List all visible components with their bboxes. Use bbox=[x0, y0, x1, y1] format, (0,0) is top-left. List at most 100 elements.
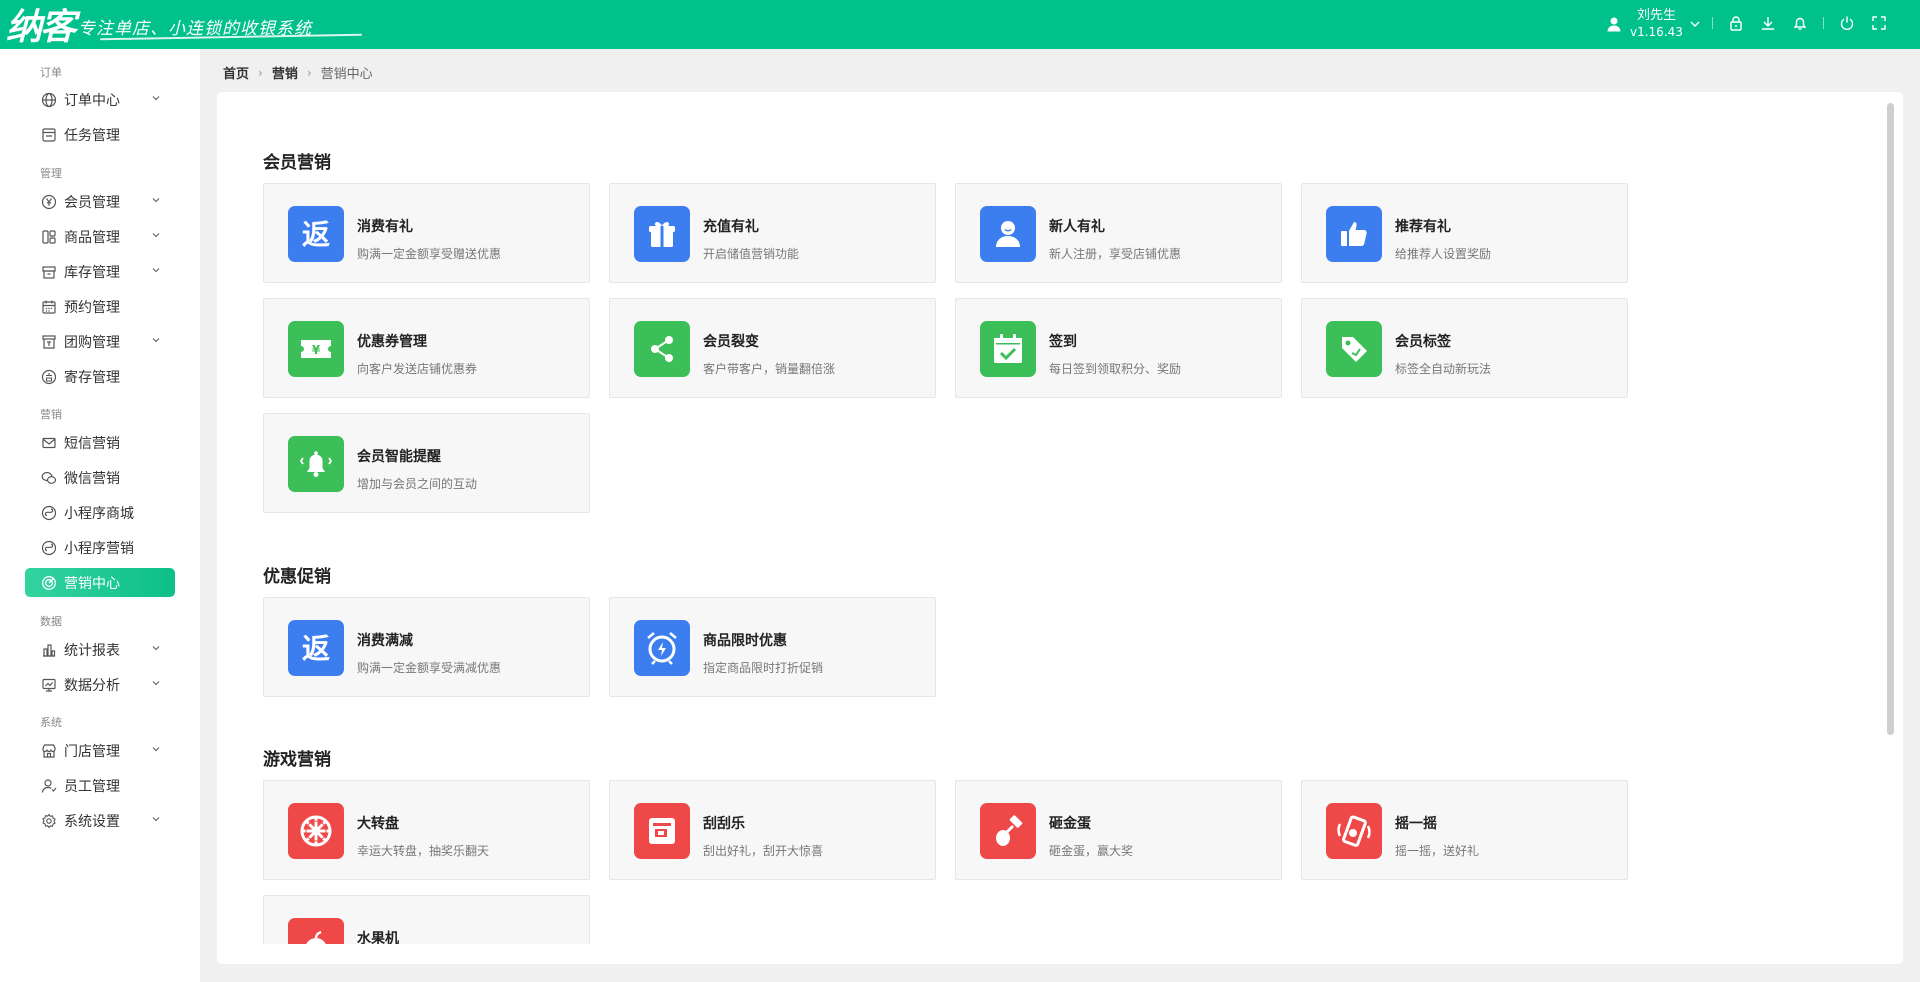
scrollbar-thumb[interactable] bbox=[1887, 103, 1894, 735]
user-icon bbox=[1607, 17, 1621, 32]
bell-icon[interactable] bbox=[1791, 14, 1809, 32]
section-title-member-marketing: 会员营销 bbox=[263, 153, 331, 173]
sidebar-item-sms[interactable]: 短信营销 bbox=[25, 428, 175, 457]
wheel-icon bbox=[288, 803, 344, 859]
card-desc: 幸运大转盘，抽奖乐翻天 bbox=[357, 844, 490, 858]
card-member-fission[interactable]: 会员裂变 客户带客户，销量翻倍涨 bbox=[609, 298, 936, 398]
miniprogram-icon bbox=[41, 540, 57, 556]
card-desc: 指定商品限时打折促销 bbox=[703, 661, 824, 675]
svg-text:¥: ¥ bbox=[312, 343, 321, 357]
breadcrumb-marketing[interactable]: 营销 bbox=[272, 63, 298, 82]
card-scratch-card[interactable]: 刮刮乐 刮出好礼，刮开大惊喜 bbox=[609, 780, 936, 880]
deposit-icon bbox=[41, 369, 57, 385]
shake-phone-icon bbox=[1326, 803, 1382, 859]
sidebar-group-data: 数据 bbox=[40, 615, 62, 628]
header-separator bbox=[1712, 17, 1713, 29]
user-menu[interactable]: 刘先生 v1.16.43 bbox=[1606, 6, 1701, 42]
breadcrumb-home[interactable]: 首页 bbox=[223, 63, 249, 82]
sidebar: 订单 订单中心 任务管理 管理 会员管理 商品管理 库存管理 预约管理 团购管理… bbox=[0, 49, 200, 982]
card-member-tag[interactable]: 会员标签 标签全自动新玩法 bbox=[1301, 298, 1628, 398]
sidebar-item-marketing-center[interactable]: 营销中心 bbox=[25, 568, 175, 597]
power-icon[interactable] bbox=[1838, 14, 1856, 32]
share-icon bbox=[634, 321, 690, 377]
user-icon bbox=[41, 778, 57, 794]
monitor-chart-icon bbox=[41, 677, 57, 693]
alarm-clock-icon bbox=[634, 620, 690, 676]
svg-text:返: 返 bbox=[302, 632, 330, 665]
card-fruit-machine[interactable]: 水果机 bbox=[263, 895, 590, 944]
card-flash-sale[interactable]: 商品限时优惠 指定商品限时打折促销 bbox=[609, 597, 936, 697]
sidebar-group-marketing: 营销 bbox=[40, 408, 62, 421]
card-title: 会员裂变 bbox=[703, 334, 759, 350]
sidebar-item-label: 数据分析 bbox=[64, 677, 120, 694]
chevron-down-icon bbox=[152, 96, 160, 101]
sidebar-item-store[interactable]: 门店管理 bbox=[25, 736, 175, 765]
card-title: 商品限时优惠 bbox=[703, 633, 787, 649]
sidebar-item-settings[interactable]: 系统设置 bbox=[25, 806, 175, 835]
sidebar-item-task[interactable]: 任务管理 bbox=[25, 120, 175, 149]
card-referral-gift[interactable]: 推荐有礼 给推荐人设置奖励 bbox=[1301, 183, 1628, 283]
sidebar-item-label: 微信营销 bbox=[64, 470, 120, 487]
wechat-icon bbox=[41, 470, 57, 486]
sidebar-item-member[interactable]: 会员管理 bbox=[25, 187, 175, 216]
card-desc: 购满一定金额享受满减优惠 bbox=[357, 661, 502, 675]
card-desc: 刮出好礼，刮开大惊喜 bbox=[703, 844, 824, 858]
card-big-wheel[interactable]: 大转盘 幸运大转盘，抽奖乐翻天 bbox=[263, 780, 590, 880]
card-coupon-management[interactable]: ¥ 优惠券管理 向客户发送店铺优惠券 bbox=[263, 298, 590, 398]
fullscreen-icon[interactable] bbox=[1870, 14, 1888, 32]
lock-icon[interactable] bbox=[1727, 14, 1745, 32]
version-label: v1.16.43 bbox=[1630, 25, 1683, 39]
card-title: 刮刮乐 bbox=[703, 816, 745, 832]
sidebar-item-label: 营销中心 bbox=[64, 575, 120, 592]
sidebar-item-wechat[interactable]: 微信营销 bbox=[25, 463, 175, 492]
rebate-icon: 返 bbox=[288, 620, 344, 676]
card-title: 水果机 bbox=[357, 931, 399, 944]
header-separator bbox=[1823, 17, 1824, 29]
sidebar-item-group-buy[interactable]: 团购管理 bbox=[25, 327, 175, 356]
settings-icon bbox=[41, 813, 57, 829]
tag-icon bbox=[1326, 321, 1382, 377]
card-full-reduction[interactable]: 返 消费满减 购满一定金额享受满减优惠 bbox=[263, 597, 590, 697]
card-title: 签到 bbox=[1049, 334, 1077, 350]
sidebar-item-deposit[interactable]: 寄存管理 bbox=[25, 362, 175, 391]
sidebar-item-order-center[interactable]: 订单中心 bbox=[25, 85, 175, 114]
sidebar-item-label: 门店管理 bbox=[64, 743, 120, 760]
card-title: 优惠券管理 bbox=[357, 334, 427, 350]
sidebar-item-label: 会员管理 bbox=[64, 194, 120, 211]
fruit-icon bbox=[288, 918, 344, 944]
chevron-down-icon bbox=[152, 268, 160, 273]
sidebar-item-label: 团购管理 bbox=[64, 334, 120, 351]
user-name: 刘先生 bbox=[1636, 8, 1676, 23]
card-title: 摇一摇 bbox=[1395, 816, 1437, 832]
sidebar-item-mini-mall[interactable]: 小程序商城 bbox=[25, 498, 175, 527]
card-checkin[interactable]: 签到 每日签到领取积分、奖励 bbox=[955, 298, 1282, 398]
card-title: 新人有礼 bbox=[1049, 219, 1105, 235]
sidebar-item-staff[interactable]: 员工管理 bbox=[25, 771, 175, 800]
chevron-down-icon bbox=[152, 646, 160, 651]
coupon-icon: ¥ bbox=[288, 321, 344, 377]
download-icon[interactable] bbox=[1759, 14, 1777, 32]
card-recharge-gift[interactable]: 充值有礼 开启储值营销功能 bbox=[609, 183, 936, 283]
top-header: 纳客 专注单店、小连锁的收银系统 刘先生 v1.16.43 bbox=[0, 0, 1920, 49]
yuan-icon bbox=[41, 194, 57, 210]
card-newcomer-gift[interactable]: 新人有礼 新人注册，享受店铺优惠 bbox=[955, 183, 1282, 283]
sidebar-item-mini-marketing[interactable]: 小程序营销 bbox=[25, 533, 175, 562]
sidebar-item-inventory[interactable]: 库存管理 bbox=[25, 257, 175, 286]
chevron-down-icon bbox=[152, 233, 160, 238]
goods-icon bbox=[41, 229, 57, 245]
card-consume-gift[interactable]: 返 消费有礼 购满一定金额享受赠送优惠 bbox=[263, 183, 590, 283]
sidebar-item-reports[interactable]: 统计报表 bbox=[25, 635, 175, 664]
mail-icon bbox=[41, 435, 57, 451]
sidebar-item-label: 预约管理 bbox=[64, 299, 120, 316]
card-golden-egg[interactable]: 砸金蛋 砸金蛋，赢大奖 bbox=[955, 780, 1282, 880]
sidebar-item-booking[interactable]: 预约管理 bbox=[25, 292, 175, 321]
card-desc: 开启储值营销功能 bbox=[703, 247, 800, 261]
chevron-down-icon bbox=[152, 681, 160, 686]
card-shake[interactable]: 摇一摇 摇一摇，送好礼 bbox=[1301, 780, 1628, 880]
person-icon bbox=[980, 206, 1036, 262]
card-title: 会员智能提醒 bbox=[357, 449, 441, 465]
sidebar-item-analysis[interactable]: 数据分析 bbox=[25, 670, 175, 699]
sidebar-item-goods[interactable]: 商品管理 bbox=[25, 222, 175, 251]
task-icon bbox=[41, 127, 57, 143]
card-smart-reminder[interactable]: 会员智能提醒 增加与会员之间的互动 bbox=[263, 413, 590, 513]
